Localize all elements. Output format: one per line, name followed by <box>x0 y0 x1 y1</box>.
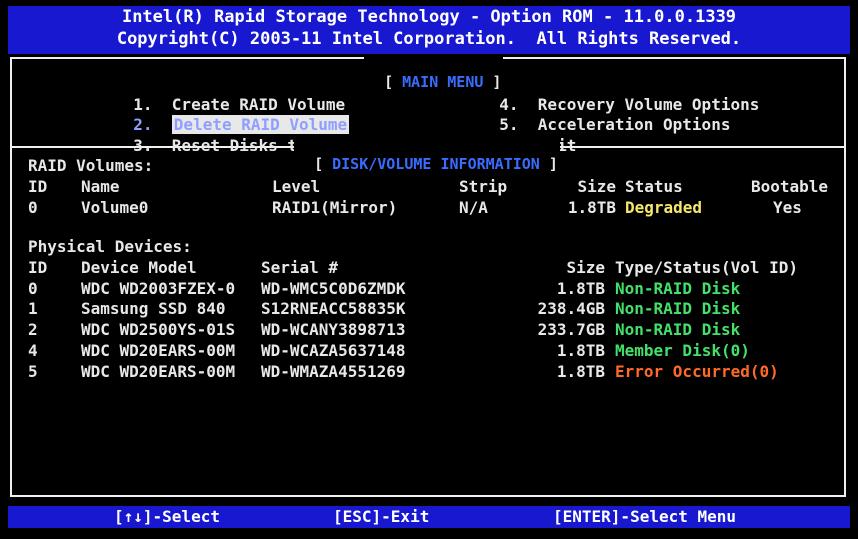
physical-devices-heading: Physical Devices: <box>28 237 192 256</box>
device-model: WDC WD20EARS-00M <box>81 341 236 360</box>
device-serial: S12RNEACC58835K <box>261 299 406 318</box>
device-serial: WD-WMC5C0D6ZMDK <box>261 279 406 298</box>
col-level: Level <box>272 177 321 196</box>
device-model: Samsung SSD 840 <box>81 299 226 318</box>
col-serial: Serial # <box>261 258 339 277</box>
device-size: 1.8TB <box>556 362 605 381</box>
device-id: 1 <box>28 299 38 318</box>
disk-info-title-text: DISK/VOLUME INFORMATION <box>332 155 540 173</box>
raid-volumes-heading: RAID Volumes: <box>28 156 154 175</box>
device-model: WDC WD2003FZEX-0 <box>81 279 236 298</box>
col-strip: Strip <box>459 177 508 196</box>
volume-name: Volume0 <box>81 198 149 217</box>
physical-devices-header-row: ID Device Model Serial # Size Type/Statu… <box>0 258 858 278</box>
bios-copyright: Copyright(C) 2003-11 Intel Corporation. … <box>116 29 742 49</box>
volume-level: RAID1(Mirror) <box>272 198 398 217</box>
col-type-status: Type/Status(Vol ID) <box>615 258 799 277</box>
physical-device-row: 0 WDC WD2003FZEX-0 WD-WMC5C0D6ZMDK 1.8TB… <box>0 279 858 299</box>
col-id: ID <box>28 177 48 196</box>
header-bar: Intel(R) Rapid Storage Technology - Opti… <box>8 6 850 54</box>
menu-item-number: 3. <box>133 136 153 155</box>
device-size: 1.8TB <box>556 279 605 298</box>
physical-device-row: 4 WDC WD20EARS-00M WD-WCAZA5637148 1.8TB… <box>0 341 858 361</box>
device-serial: WD-WCANY3898713 <box>261 320 406 339</box>
device-id: 2 <box>28 320 38 339</box>
col-size: Size <box>566 258 605 277</box>
col-name: Name <box>81 177 120 196</box>
device-type-status: Member Disk(0) <box>615 341 750 360</box>
volume-size: 1.8TB <box>567 198 616 217</box>
device-type-status: Error Occurred(0) <box>615 362 779 381</box>
bios-title: Intel(R) Rapid Storage Technology - Opti… <box>121 7 737 27</box>
col-size: Size <box>577 177 616 196</box>
raid-volumes-header-row: ID Name Level Strip Size Status Bootable <box>0 177 858 197</box>
footer-hint-exit: [ESC]-Exit <box>333 507 430 526</box>
device-type-status: Non-RAID Disk <box>615 299 741 318</box>
volume-strip: N/A <box>459 198 488 217</box>
device-type-status: Non-RAID Disk <box>615 279 741 298</box>
footer-bar: [↑↓]-Select [ESC]-Exit [ENTER]-Select Me… <box>8 506 850 528</box>
device-size: 238.4GB <box>537 299 605 318</box>
device-serial: WD-WMAZA4551269 <box>261 362 406 381</box>
device-type-status: Non-RAID Disk <box>615 320 741 339</box>
physical-device-row: 2 WDC WD2500YS-01S WD-WCANY3898713 233.7… <box>0 320 858 340</box>
col-status: Status <box>625 177 683 196</box>
raid-volume-row: 0 Volume0 RAID1(Mirror) N/A 1.8TB Degrad… <box>0 198 858 218</box>
device-model: WDC WD2500YS-01S <box>81 320 236 339</box>
main-menu-title-text: MAIN MENU <box>402 73 484 91</box>
footer-hint-enter: [ENTER]-Select Menu <box>553 507 737 526</box>
col-device-model: Device Model <box>81 258 197 277</box>
volume-id: 0 <box>28 198 38 217</box>
disk-info-title: [ DISK/VOLUME INFORMATION ] <box>294 137 560 173</box>
device-size: 1.8TB <box>556 341 605 360</box>
col-bootable: Bootable <box>751 177 829 196</box>
device-id: 4 <box>28 341 38 360</box>
device-size: 233.7GB <box>537 320 605 339</box>
volume-status: Degraded <box>625 198 703 217</box>
footer-hint-select: [↑↓]-Select <box>114 507 220 526</box>
device-serial: WD-WCAZA5637148 <box>261 341 406 360</box>
physical-device-row: 1 Samsung SSD 840 S12RNEACC58835K 238.4G… <box>0 299 858 319</box>
device-id: 5 <box>28 362 38 381</box>
physical-device-row: 5 WDC WD20EARS-00M WD-WMAZA4551269 1.8TB… <box>0 362 858 382</box>
device-id: 0 <box>28 279 38 298</box>
device-model: WDC WD20EARS-00M <box>81 362 236 381</box>
col-id: ID <box>28 258 48 277</box>
volume-bootable: Yes <box>773 198 802 217</box>
